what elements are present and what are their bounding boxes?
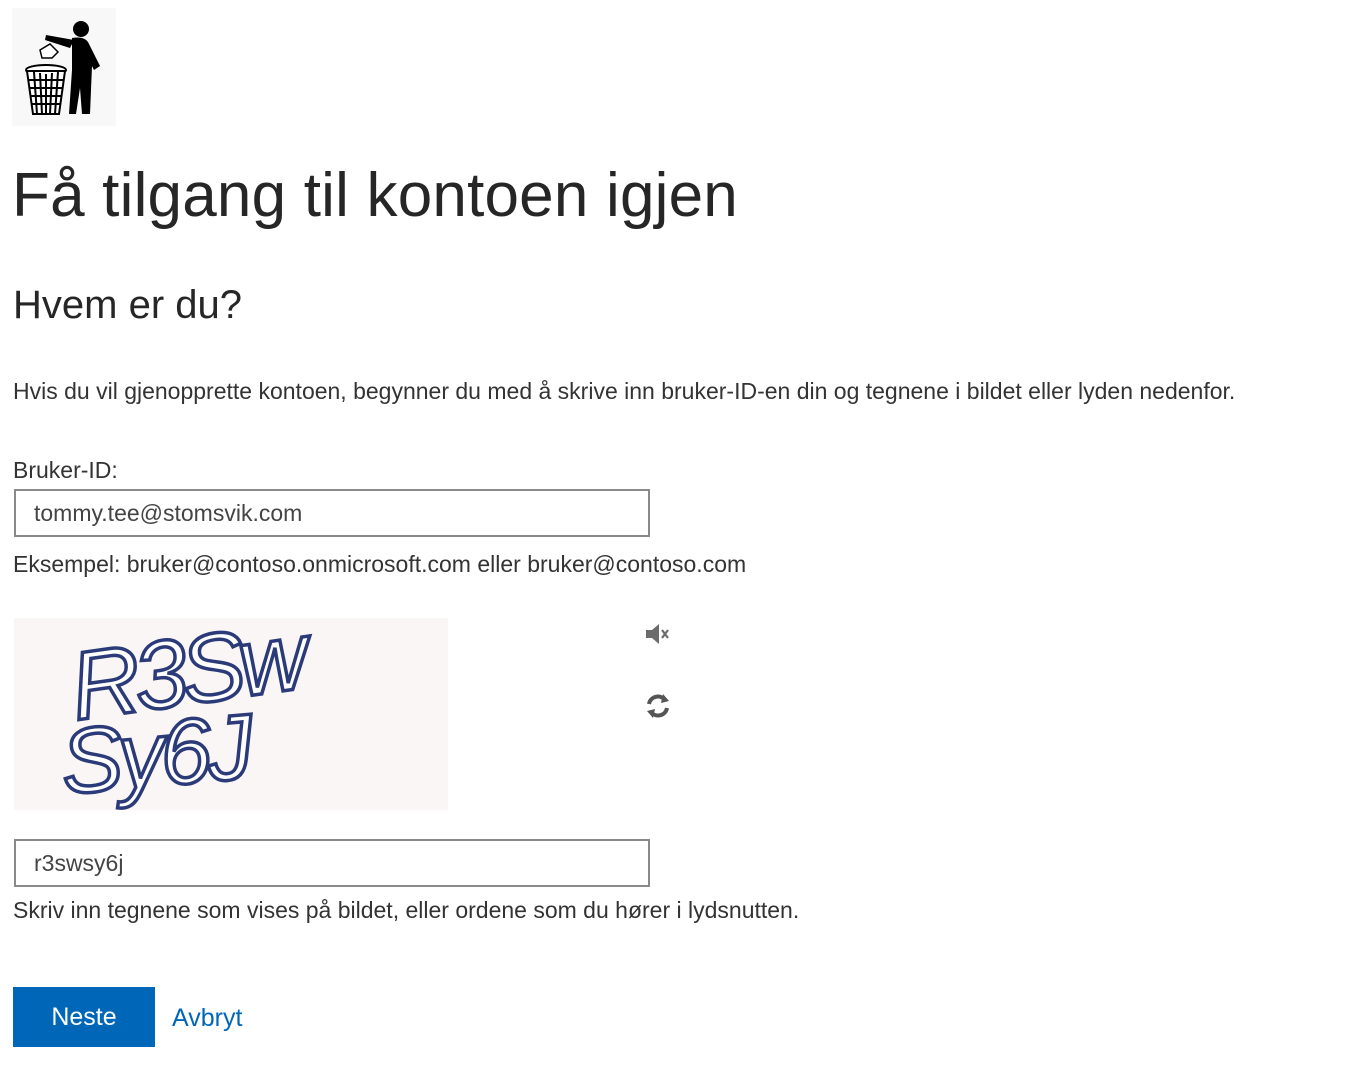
account-recovery-page: Få tilgang til kontoen igjen Hvem er du?… [0,0,1354,1084]
trash-bin-person-icon [12,8,116,126]
captcha-text-line2: Sy6J [57,695,259,810]
user-id-hint: Eksempel: bruker@contoso.onmicrosoft.com… [13,551,747,577]
page-title: Få tilgang til kontoen igjen [12,161,738,230]
company-logo [12,8,116,126]
captcha-hint: Skriv inn tegnene som vises på bildet, e… [13,897,800,923]
intro-text: Hvis du vil gjenopprette kontoen, begynn… [13,378,1236,404]
cancel-link[interactable]: Avbryt [172,1003,242,1033]
captcha-input[interactable] [14,839,650,887]
speaker-icon [643,621,673,652]
captcha-audio-button[interactable] [640,618,676,654]
next-button[interactable]: Neste [13,987,155,1047]
page-subtitle: Hvem er du? [13,283,242,327]
captcha-image: R3Sw Sy6J [14,599,448,816]
user-id-label: Bruker-ID: [13,457,118,483]
refresh-icon [643,691,673,726]
captcha-refresh-button[interactable] [640,690,676,726]
user-id-input[interactable] [14,489,650,537]
